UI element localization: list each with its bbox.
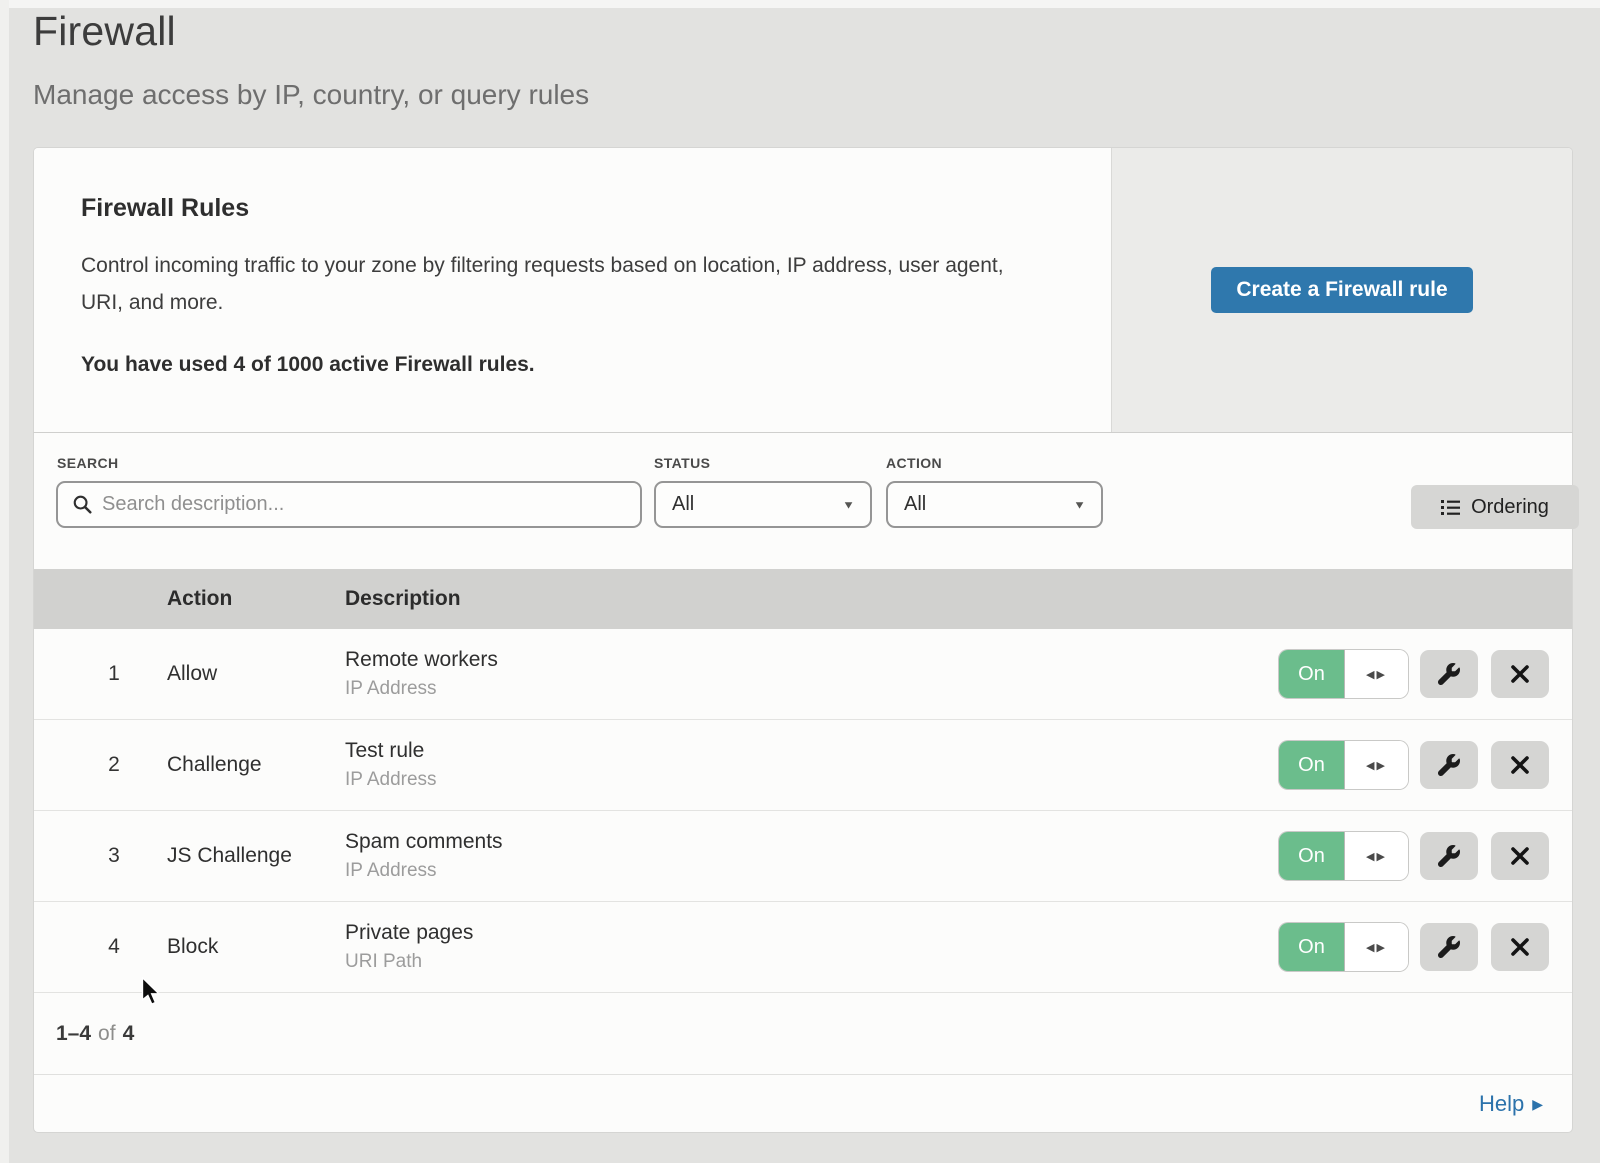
card-footer: Help ▶ xyxy=(34,1075,1572,1132)
help-link-label: Help xyxy=(1479,1091,1524,1117)
action-select-value: All xyxy=(904,493,926,516)
rule-description: Private pages URI Path xyxy=(345,921,473,973)
chevron-down-icon: ▼ xyxy=(842,498,855,511)
firewall-rules-info: Firewall Rules Control incoming traffic … xyxy=(34,148,1111,432)
table-row: 4 Block Private pages URI Path On ◀▶ xyxy=(34,902,1572,993)
rule-priority: 2 xyxy=(92,753,136,777)
column-header-description: Description xyxy=(345,587,461,611)
rule-action: Allow xyxy=(167,662,217,686)
rule-priority: 1 xyxy=(92,662,136,686)
pagination-range: 1–4 xyxy=(56,1022,91,1046)
rule-match-type: IP Address xyxy=(345,860,503,882)
left-edge-strip xyxy=(0,0,9,1163)
rule-action: JS Challenge xyxy=(167,844,292,868)
search-label: SEARCH xyxy=(57,455,119,471)
firewall-rules-card: Firewall Rules Control incoming traffic … xyxy=(33,147,1573,433)
help-link[interactable]: Help ▶ xyxy=(1479,1091,1543,1117)
rule-description-title: Remote workers xyxy=(345,648,498,672)
pagination: 1–4 of 4 xyxy=(34,993,1572,1075)
status-label: STATUS xyxy=(654,455,710,471)
rule-description: Remote workers IP Address xyxy=(345,648,498,700)
toggle-arrows-icon[interactable]: ◀▶ xyxy=(1344,832,1408,880)
toggle-on-label[interactable]: On xyxy=(1279,741,1344,789)
rule-priority: 3 xyxy=(92,844,136,868)
rules-table-card: SEARCH STATUS All ▼ ACTION All ▼ xyxy=(33,433,1573,1133)
close-icon xyxy=(1510,755,1530,775)
rules-list: 1 Allow Remote workers IP Address On ◀▶ xyxy=(34,629,1572,993)
delete-rule-button[interactable] xyxy=(1491,741,1549,789)
rule-priority: 4 xyxy=(92,935,136,959)
wrench-icon xyxy=(1438,663,1460,685)
table-row: 2 Challenge Test rule IP Address On ◀▶ xyxy=(34,720,1572,811)
search-icon xyxy=(72,494,93,515)
rule-description-title: Spam comments xyxy=(345,830,503,854)
close-icon xyxy=(1510,846,1530,866)
delete-rule-button[interactable] xyxy=(1491,832,1549,880)
edit-rule-button[interactable] xyxy=(1420,832,1478,880)
status-select[interactable]: All ▼ xyxy=(654,481,872,528)
ordering-button[interactable]: Ordering xyxy=(1411,485,1579,529)
page-title: Firewall xyxy=(33,8,589,55)
firewall-page: Firewall Manage access by IP, country, o… xyxy=(0,0,1600,1163)
wrench-icon xyxy=(1438,936,1460,958)
toggle-arrows-icon[interactable]: ◀▶ xyxy=(1344,923,1408,971)
edit-rule-button[interactable] xyxy=(1420,650,1478,698)
close-icon xyxy=(1510,937,1530,957)
action-label: ACTION xyxy=(886,455,942,471)
pagination-total: 4 xyxy=(123,1022,135,1046)
edit-rule-button[interactable] xyxy=(1420,923,1478,971)
top-edge-strip xyxy=(0,0,1600,8)
table-row: 1 Allow Remote workers IP Address On ◀▶ xyxy=(34,629,1572,720)
help-arrow-icon: ▶ xyxy=(1532,1096,1543,1113)
rule-enabled-toggle[interactable]: On ◀▶ xyxy=(1279,923,1408,971)
rule-enabled-toggle[interactable]: On ◀▶ xyxy=(1279,832,1408,880)
status-select-value: All xyxy=(672,493,694,516)
page-subtitle: Manage access by IP, country, or query r… xyxy=(33,79,589,111)
search-input[interactable] xyxy=(102,493,628,516)
rule-enabled-toggle[interactable]: On ◀▶ xyxy=(1279,741,1408,789)
rule-description: Spam comments IP Address xyxy=(345,830,503,882)
page-head: Firewall Manage access by IP, country, o… xyxy=(33,8,589,111)
table-header: Action Description xyxy=(34,569,1572,629)
create-rule-panel: Create a Firewall rule xyxy=(1111,148,1572,432)
rule-description: Test rule IP Address xyxy=(345,739,437,791)
toggle-arrows-icon[interactable]: ◀▶ xyxy=(1344,650,1408,698)
search-box[interactable] xyxy=(56,481,642,528)
rule-description-title: Test rule xyxy=(345,739,437,763)
action-select[interactable]: All ▼ xyxy=(886,481,1103,528)
rule-description-title: Private pages xyxy=(345,921,473,945)
toggle-on-label[interactable]: On xyxy=(1279,923,1344,971)
rules-usage-count: You have used 4 of 1000 active Firewall … xyxy=(81,353,1071,377)
toggle-on-label[interactable]: On xyxy=(1279,650,1344,698)
column-header-action: Action xyxy=(167,587,232,611)
rule-action: Challenge xyxy=(167,753,262,777)
toggle-on-label[interactable]: On xyxy=(1279,832,1344,880)
create-firewall-rule-button[interactable]: Create a Firewall rule xyxy=(1211,267,1472,313)
rules-description: Control incoming traffic to your zone by… xyxy=(81,247,1041,321)
pagination-of: of xyxy=(98,1022,116,1046)
close-icon xyxy=(1510,664,1530,684)
wrench-icon xyxy=(1438,754,1460,776)
table-row: 3 JS Challenge Spam comments IP Address … xyxy=(34,811,1572,902)
delete-rule-button[interactable] xyxy=(1491,923,1549,971)
rule-match-type: IP Address xyxy=(345,678,498,700)
rule-action: Block xyxy=(167,935,218,959)
edit-rule-button[interactable] xyxy=(1420,741,1478,789)
delete-rule-button[interactable] xyxy=(1491,650,1549,698)
rule-enabled-toggle[interactable]: On ◀▶ xyxy=(1279,650,1408,698)
ordering-button-label: Ordering xyxy=(1471,496,1549,519)
rule-match-type: IP Address xyxy=(345,769,437,791)
ordering-list-icon xyxy=(1441,499,1460,516)
rules-title: Firewall Rules xyxy=(81,194,1071,223)
toggle-arrows-icon[interactable]: ◀▶ xyxy=(1344,741,1408,789)
wrench-icon xyxy=(1438,845,1460,867)
rule-match-type: URI Path xyxy=(345,951,473,973)
chevron-down-icon: ▼ xyxy=(1073,498,1086,511)
